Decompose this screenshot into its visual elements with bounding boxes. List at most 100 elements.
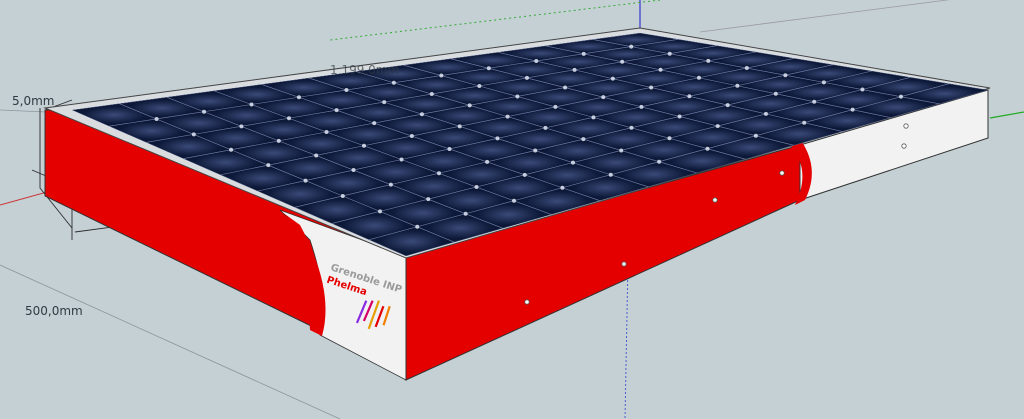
cell-junction-highlight [524,75,529,80]
cell-junction-highlight [382,100,387,105]
screw-hole [621,261,627,267]
cell-junction-highlight [667,136,672,141]
screw-hole [712,197,718,203]
cell-junction-highlight [821,80,826,85]
cell-junction-highlight [763,111,768,116]
cell-junction-highlight [629,44,634,49]
cell-junction-highlight [324,130,329,134]
scene-canvas[interactable]: Grenoble INP Phelma 5,0mm 1 199,0mm 500,… [0,0,1024,419]
cell-junction-highlight [372,121,377,126]
cell-junction-highlight [229,147,234,152]
cell-junction-highlight [619,148,624,153]
cell-junction-highlight [601,95,606,100]
cell-junction-highlight [515,94,520,99]
depth-dimension-label: 500,0mm [25,304,83,318]
cell-junction-highlight [191,132,196,137]
cell-junction-highlight [543,125,548,130]
cell-junction-highlight [314,153,319,158]
cell-junction-highlight [715,124,720,129]
cell-junction-highlight [773,91,778,96]
z-axis-dashed-line [624,259,629,419]
cell-junction-highlight [495,136,500,141]
cell-junction-highlight [344,88,349,93]
cell-junction-highlight [303,178,308,183]
y-axis-green-line [989,111,1024,119]
cell-junction-highlight [485,159,490,164]
cell-junction-highlight [667,51,672,56]
cell-junction-highlight [657,159,662,164]
cell-junction-highlight [287,116,291,121]
cell-junction-highlight [725,103,730,108]
cell-junction-highlight [553,104,558,109]
cell-junction-highlight [802,120,807,125]
cell-junction-highlight [898,94,903,99]
cell-junction-highlight [677,114,682,119]
top-edge-dimension-label: 1 199,0mm [330,63,399,77]
cell-junction-highlight [447,146,452,151]
cell-junction-highlight [608,172,613,177]
cell-junction-highlight [706,58,711,63]
cell-junction-highlight [850,107,855,112]
screw-hole [903,123,909,129]
cell-junction-highlight [362,143,366,148]
cell-junction-highlight [429,92,434,97]
cell-junction-highlight [378,209,383,214]
screw-hole [524,299,530,305]
cell-junction-highlight [705,146,710,151]
cell-junction-highlight [570,160,575,165]
cell-junction-highlight [505,114,510,119]
cell-junction-highlight [658,67,663,72]
cell-junction-highlight [463,211,468,216]
cell-junction-highlight [860,87,865,92]
cell-junction-highlight [753,133,758,138]
cell-junction-highlight [409,134,414,139]
cell-junction-highlight [649,85,654,90]
cell-junction-highlight [391,80,396,85]
cell-junction-highlight [249,102,254,107]
cell-junction-highlight [620,59,625,64]
cell-junction-highlight [351,168,356,173]
cell-junction-highlight [639,104,644,109]
thickness-dimension-label: 5,0mm [12,94,54,108]
cell-junction-highlight [522,172,527,177]
cell-junction-highlight [457,124,462,129]
cell-junction-highlight [610,76,615,81]
cell-junction-highlight [512,198,516,203]
cell-junction-highlight [399,157,404,162]
cell-junction-highlight [533,148,538,153]
cell-junction-highlight [534,59,539,64]
cell-junction-highlight [783,73,788,78]
cell-junction-highlight [296,95,301,100]
cell-junction-highlight [419,112,424,117]
cell-junction-highlight [744,66,749,71]
cell-junction-highlight [266,163,271,168]
screw-hole [779,170,785,176]
cell-junction-highlight [696,75,701,80]
cell-junction-highlight [581,51,586,56]
cell-junction-highlight [437,171,441,176]
cell-junction-highlight [426,197,431,202]
cell-junction-highlight [486,66,491,71]
cell-junction-highlight [560,185,565,190]
cell-junction-highlight [687,94,692,99]
cell-junction-highlight [334,108,339,113]
cell-junction-highlight [276,138,281,143]
cell-junction-highlight [812,99,817,104]
cell-junction-highlight [388,182,393,187]
cell-junction-highlight [474,185,479,189]
screw-hole [901,143,907,149]
cell-junction-highlight [735,83,740,88]
cell-junction-highlight [581,137,586,142]
cell-junction-highlight [572,67,577,72]
3d-model-viewport[interactable]: Grenoble INP Phelma 5,0mm 1 199,0mm 500,… [0,0,1024,419]
cell-junction-highlight [239,124,244,129]
cell-junction-highlight [467,103,472,108]
cell-junction-highlight [439,73,444,78]
cell-junction-highlight [563,85,568,90]
cell-junction-highlight [154,116,159,121]
cell-junction-highlight [629,125,634,130]
cell-junction-highlight [591,115,596,120]
cell-junction-highlight [415,224,420,229]
cell-junction-highlight [340,193,345,198]
cell-junction-highlight [202,109,207,114]
